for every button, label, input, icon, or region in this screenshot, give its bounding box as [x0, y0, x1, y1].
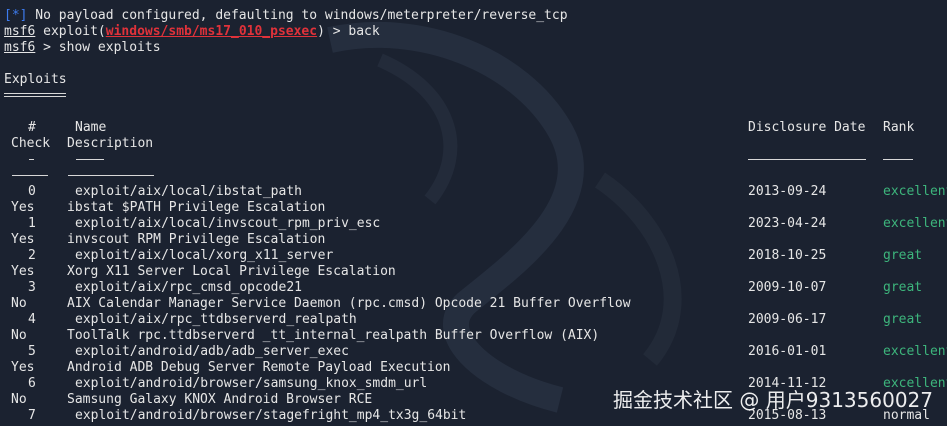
prompt-label: msf6: [4, 40, 36, 55]
prompt-pre: exploit(: [35, 24, 106, 39]
row-check: Yes: [11, 264, 35, 279]
info-line: [*] No payload configured, defaulting to…: [4, 8, 568, 24]
header-description-rule: [68, 175, 154, 176]
prompt-line-show: msf6 > show exploits: [4, 40, 161, 56]
row-date: 2009-06-17: [748, 312, 827, 327]
row-description: ibstat $PATH Privilege Escalation: [67, 200, 326, 215]
row-num: 4: [28, 312, 36, 327]
row-rank: great: [883, 312, 923, 327]
row-rank: excellent: [883, 216, 947, 231]
info-marker: [*]: [4, 8, 28, 23]
row-check: No: [11, 328, 27, 343]
row-description: AIX Calendar Manager Service Daemon (rpc…: [67, 296, 631, 311]
row-description: invscout RPM Privilege Escalation: [67, 232, 326, 247]
row-date: 2023-04-24: [748, 216, 827, 231]
watermark: 掘金技术社区 @ 用户9313560027: [613, 388, 933, 412]
row-name: exploit/aix/rpc_cmsd_opcode21: [75, 280, 302, 295]
row-description: Xorg X11 Server Local Privilege Escalati…: [67, 264, 396, 279]
header-name-rule: [76, 159, 104, 160]
prompt-command: > show exploits: [35, 40, 161, 55]
row-date: 2018-10-25: [748, 248, 827, 263]
section-title: Exploits: [4, 72, 67, 87]
row-rank: excellent: [883, 184, 947, 199]
row-rank: excellent: [883, 344, 947, 359]
row-num: 7: [28, 408, 36, 423]
header-rank: Rank: [883, 120, 915, 135]
header-check: Check: [11, 136, 51, 151]
header-description: Description: [67, 136, 154, 151]
row-check: No: [11, 392, 27, 407]
row-num: 1: [28, 216, 36, 231]
row-date: 2013-09-24: [748, 184, 827, 199]
header-num-rule: [29, 159, 34, 160]
row-description: Android ADB Debug Server Remote Payload …: [67, 360, 451, 375]
row-name: exploit/android/browser/samsung_knox_smd…: [75, 376, 428, 391]
row-num: 3: [28, 280, 36, 295]
info-text: No payload configured, defaulting to win…: [27, 8, 568, 23]
row-name: exploit/aix/rpc_ttdbserverd_realpath: [75, 312, 357, 327]
prompt-line-back: msf6 exploit(windows/smb/ms17_010_psexec…: [4, 24, 380, 40]
module-name: windows/smb/ms17_010_psexec: [105, 24, 318, 39]
row-name: exploit/aix/local/invscout_rpm_priv_esc: [75, 216, 381, 231]
row-num: 2: [28, 248, 36, 263]
row-name: exploit/android/browser/stagefright_mp4_…: [75, 408, 467, 423]
row-check: Yes: [11, 200, 35, 215]
row-num: 0: [28, 184, 36, 199]
section-underline: [4, 93, 66, 97]
header-date: Disclosure Date: [748, 120, 866, 135]
row-check: No: [11, 296, 27, 311]
header-num: #: [28, 120, 36, 135]
header-check-rule: [12, 175, 48, 176]
row-check: Yes: [11, 232, 35, 247]
row-name: exploit/aix/local/xorg_x11_server: [75, 248, 334, 263]
prompt-command: ) > back: [317, 24, 380, 39]
row-name: exploit/android/adb/adb_server_exec: [75, 344, 349, 359]
row-rank: great: [883, 248, 923, 263]
row-num: 6: [28, 376, 36, 391]
row-check: Yes: [11, 360, 35, 375]
header-name: Name: [75, 120, 107, 135]
row-rank: great: [883, 280, 923, 295]
row-num: 5: [28, 344, 36, 359]
row-date: 2016-01-01: [748, 344, 827, 359]
row-description: Samsung Galaxy KNOX Android Browser RCE: [67, 392, 373, 407]
prompt-label: msf6: [4, 24, 36, 39]
header-date-rule: [748, 159, 866, 160]
row-description: ToolTalk rpc.ttdbserverd _tt_internal_re…: [67, 328, 600, 343]
row-name: exploit/aix/local/ibstat_path: [75, 184, 302, 199]
row-date: 2009-10-07: [748, 280, 827, 295]
header-rank-rule: [883, 159, 913, 160]
